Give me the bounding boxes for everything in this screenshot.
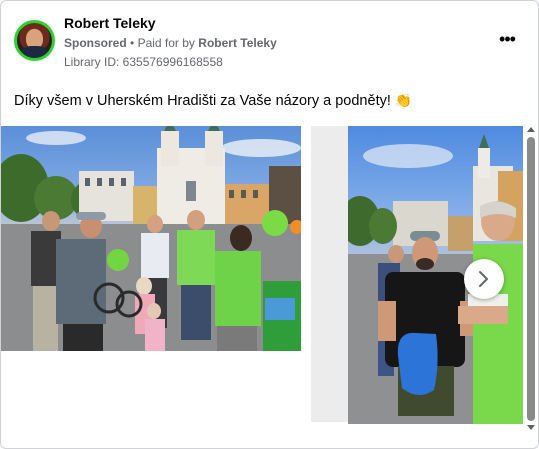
scroll-up-arrow-icon[interactable] <box>527 127 535 132</box>
image-carousel[interactable] <box>1 125 538 425</box>
vertical-scrollbar[interactable] <box>525 125 537 437</box>
scrollbar-thumb[interactable] <box>527 137 535 421</box>
clapping-hands-emoji: 👏 <box>394 92 413 108</box>
post-caption: Díky všem v Uherském Hradišti za Vaše ná… <box>14 92 412 109</box>
ad-post-card: Robert Teleky Sponsored • Paid for by Ro… <box>0 0 539 449</box>
sponsored-label[interactable]: Sponsored <box>64 36 127 50</box>
carousel-gap <box>311 126 348 422</box>
caption-text: Díky všem v Uherském Hradišti za Vaše ná… <box>14 93 391 109</box>
more-options-button[interactable]: ••• <box>495 30 519 54</box>
paid-for-name[interactable]: Robert Teleky <box>198 36 276 50</box>
carousel-image-1[interactable] <box>1 126 301 351</box>
chevron-right-icon <box>479 271 488 287</box>
carousel-next-button[interactable] <box>464 259 504 299</box>
author-name[interactable]: Robert Teleky <box>64 15 156 31</box>
town-square-photo <box>1 126 301 351</box>
sponsored-line: Sponsored • Paid for by Robert Teleky <box>64 36 277 50</box>
avatar-photo <box>17 23 52 58</box>
author-avatar[interactable] <box>14 20 55 61</box>
more-horizontal-icon: ••• <box>499 29 516 49</box>
library-id: Library ID: 635576996168558 <box>64 55 223 69</box>
scroll-down-arrow-icon[interactable] <box>527 425 535 430</box>
paid-for-prefix: Paid for by <box>137 36 195 50</box>
meta-separator: • <box>130 36 135 50</box>
